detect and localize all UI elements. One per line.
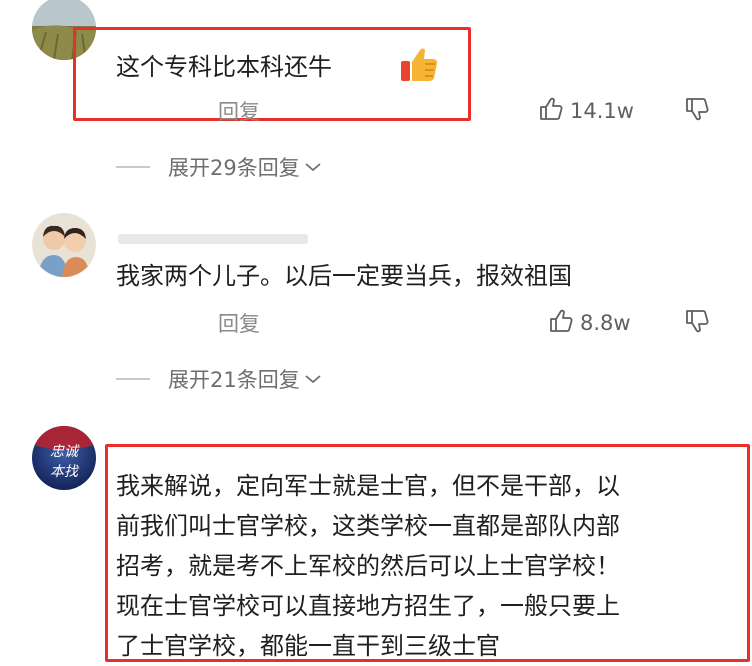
divider-line	[116, 378, 150, 380]
comment-line: 现在士官学校可以直接地方招生了，一般只要上	[116, 592, 620, 620]
like-button[interactable]: 8.8w	[548, 308, 631, 338]
thumbs-down-icon[interactable]	[684, 308, 710, 338]
comment-text: 我来解说，定向军士就是士官，但不是干部，以 前我们叫士官学校，这类学校一直都是部…	[116, 466, 620, 666]
comment-text: 这个专科比本科还牛	[116, 53, 332, 81]
chevron-down-icon	[304, 370, 322, 389]
reply-button[interactable]: 回复	[218, 96, 260, 126]
reply-button[interactable]: 回复	[218, 308, 260, 338]
expand-replies-label: 展开29条回复	[168, 156, 300, 180]
thumbs-down-icon[interactable]	[684, 96, 710, 126]
comment-line: 我来解说，定向军士就是士官，但不是干部，以	[116, 472, 620, 500]
thumbs-up-emoji-icon	[398, 46, 440, 84]
avatar-text: 本找	[50, 464, 80, 480]
expand-replies-label: 展开21条回复	[168, 368, 300, 392]
like-count: 8.8w	[580, 311, 631, 335]
avatar[interactable]: 忠诚 本找	[32, 426, 96, 490]
avatar-text: 忠诚	[50, 444, 80, 460]
thumbs-up-icon	[538, 96, 564, 126]
expand-replies-button[interactable]: 展开21条回复	[116, 364, 322, 394]
comment-line: 了士官学校，都能一直干到三级士官	[116, 632, 500, 660]
username-placeholder	[118, 234, 308, 244]
like-button[interactable]: 14.1w	[538, 96, 634, 126]
comment-line: 招考，就是考不上军校的然后可以上士官学校！	[116, 552, 620, 580]
avatar[interactable]	[32, 213, 96, 277]
like-count: 14.1w	[570, 99, 634, 123]
divider-line	[116, 166, 150, 168]
comment-text: 我家两个儿子。以后一定要当兵，报效祖国	[116, 262, 572, 290]
comment-line: 前我们叫士官学校，这类学校一直都是部队内部	[116, 512, 620, 540]
expand-replies-button[interactable]: 展开29条回复	[116, 152, 322, 182]
chevron-down-icon	[304, 158, 322, 177]
thumbs-up-icon	[548, 308, 574, 338]
